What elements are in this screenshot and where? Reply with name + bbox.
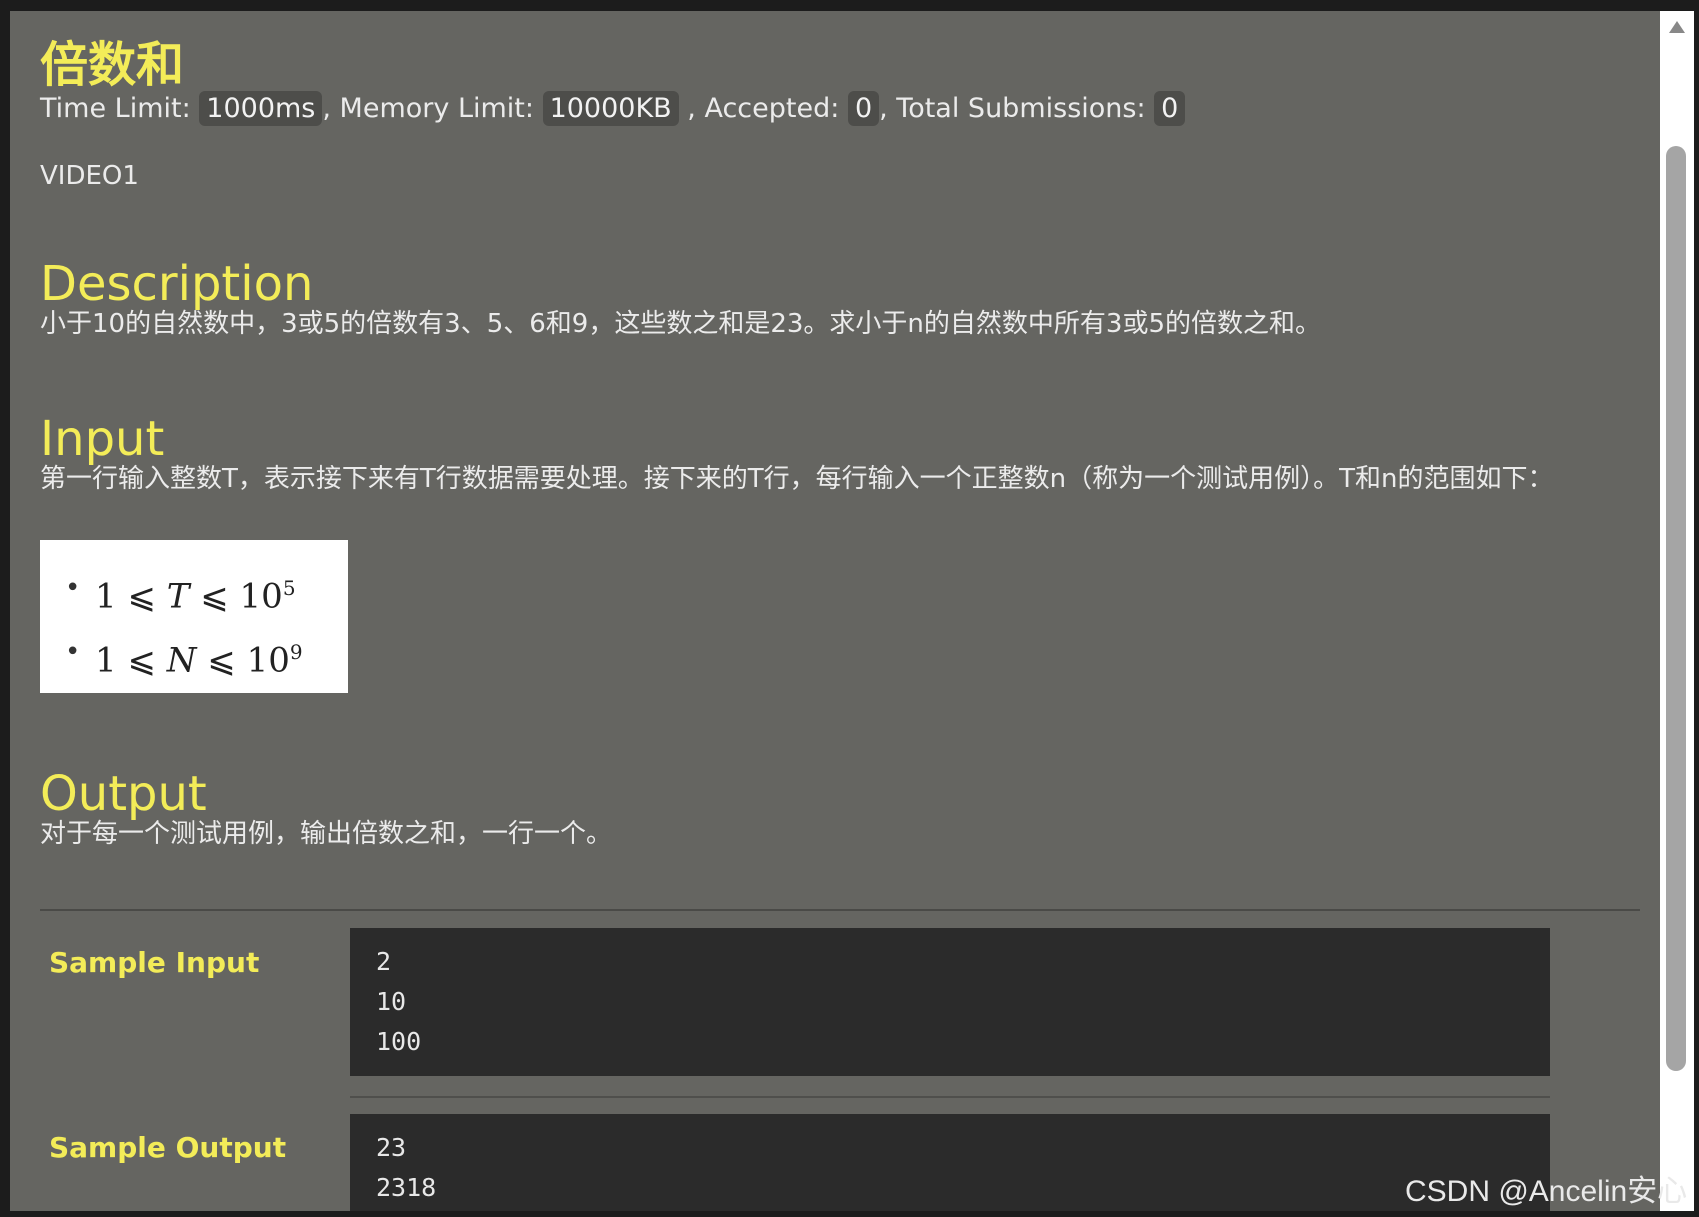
section-divider bbox=[40, 909, 1640, 911]
sample-output-line: 23 bbox=[376, 1133, 407, 1162]
scrollbar-thumb[interactable] bbox=[1666, 146, 1686, 1071]
output-text: 对于每一个测试用例，输出倍数之和，一行一个。 bbox=[40, 819, 613, 849]
total-submissions-label: , Total Submissions: bbox=[879, 93, 1146, 124]
memory-limit-label: , Memory Limit: bbox=[322, 93, 534, 124]
bullet-icon: • bbox=[65, 637, 81, 668]
sample-output-block[interactable]: 23 2318 bbox=[350, 1114, 1550, 1211]
sample-input-block[interactable]: 2 10 100 bbox=[350, 928, 1550, 1076]
accepted-value: 0 bbox=[847, 91, 880, 126]
watermark: CSDN @Ancelin安心 bbox=[1405, 1175, 1688, 1208]
vertical-scrollbar[interactable] bbox=[1660, 11, 1694, 1211]
bullet-icon: • bbox=[65, 573, 81, 603]
constraints-image: • 1 ⩽ T ⩽ 105 • 1 ⩽ N ⩽ 109 bbox=[40, 540, 348, 693]
time-limit-value: 1000ms bbox=[199, 91, 323, 126]
accepted-label: , Accepted: bbox=[687, 93, 840, 124]
constraints-list: • 1 ⩽ T ⩽ 105 • 1 ⩽ N ⩽ 109 bbox=[40, 540, 348, 689]
constraint-n: • 1 ⩽ N ⩽ 109 bbox=[65, 624, 348, 688]
sample-output-line: 2318 bbox=[376, 1173, 437, 1202]
output-heading: Output bbox=[40, 766, 207, 822]
scroll-up-arrow-icon[interactable] bbox=[1669, 21, 1685, 33]
memory-limit-value: 10000KB bbox=[542, 91, 679, 126]
input-heading: Input bbox=[40, 411, 165, 467]
sample-input-line: 10 bbox=[376, 987, 407, 1016]
problem-source: VIDEO1 bbox=[40, 161, 139, 191]
sample-input-line: 100 bbox=[376, 1027, 422, 1056]
input-text: 第一行输入整数T，表示接下来有T行数据需要处理。接下来的T行，每行输入一个正整数… bbox=[40, 464, 1554, 494]
time-limit-label: Time Limit: bbox=[40, 93, 191, 124]
description-heading: Description bbox=[40, 256, 314, 312]
problem-page: 倍数和 Time Limit: 1000ms, Memory Limit: 10… bbox=[10, 11, 1660, 1211]
constraint-t: • 1 ⩽ T ⩽ 105 bbox=[65, 560, 348, 624]
problem-meta: Time Limit: 1000ms, Memory Limit: 10000K… bbox=[40, 91, 1186, 126]
description-text: 小于10的自然数中，3或5的倍数有3、5、6和9，这些数之和是23。求小于n的自… bbox=[40, 309, 1321, 339]
total-submissions-value: 0 bbox=[1154, 91, 1186, 126]
sample-output-label: Sample Output bbox=[49, 1131, 287, 1164]
sample-input-line: 2 bbox=[376, 947, 392, 976]
problem-title: 倍数和 bbox=[40, 37, 185, 93]
sample-divider bbox=[350, 1096, 1550, 1098]
sample-input-label: Sample Input bbox=[49, 946, 260, 979]
